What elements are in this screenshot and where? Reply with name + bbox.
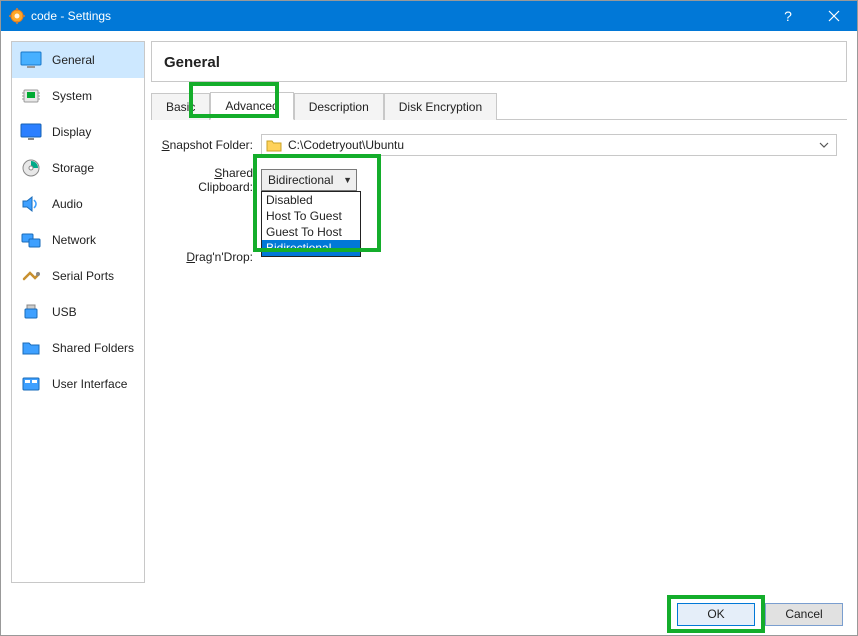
sidebar-item-serial-ports[interactable]: Serial Ports xyxy=(12,258,144,294)
dropdown-item-host-to-guest[interactable]: Host To Guest xyxy=(262,208,360,224)
help-button[interactable]: ? xyxy=(765,1,811,31)
folder-icon xyxy=(20,339,42,357)
sidebar-item-label: Network xyxy=(52,233,96,247)
sidebar-item-label: Shared Folders xyxy=(52,341,134,355)
ok-button[interactable]: OK xyxy=(677,603,755,626)
audio-icon xyxy=(20,195,42,213)
dropdown-item-guest-to-host[interactable]: Guest To Host xyxy=(262,224,360,240)
snapshot-folder-field[interactable]: C:\Codetryout\Ubuntu xyxy=(261,134,837,156)
dialog-footer: OK Cancel xyxy=(1,593,857,635)
snapshot-folder-row: Snapshot Folder: C:\Codetryout\Ubuntu xyxy=(159,134,837,156)
sidebar-item-label: General xyxy=(52,53,95,67)
tab-disk-encryption[interactable]: Disk Encryption xyxy=(384,93,497,120)
snapshot-folder-label: Snapshot Folder: xyxy=(159,138,253,152)
dropdown-item-disabled[interactable]: Disabled xyxy=(262,192,360,208)
sidebar-item-label: Serial Ports xyxy=(52,269,114,283)
sidebar-item-display[interactable]: Display xyxy=(12,114,144,150)
sidebar-item-usb[interactable]: USB xyxy=(12,294,144,330)
sidebar-item-user-interface[interactable]: User Interface xyxy=(12,366,144,402)
sidebar-item-label: USB xyxy=(52,305,77,319)
close-button[interactable] xyxy=(811,1,857,31)
folder-yellow-icon xyxy=(266,138,282,152)
network-icon xyxy=(20,231,42,249)
dropdown-item-bidirectional[interactable]: Bidirectional xyxy=(262,240,360,256)
sidebar-item-network[interactable]: Network xyxy=(12,222,144,258)
chip-icon xyxy=(20,87,42,105)
ui-icon xyxy=(20,375,42,393)
shared-clipboard-label: Shared Clipboard: xyxy=(159,166,253,194)
sidebar-item-storage[interactable]: Storage xyxy=(12,150,144,186)
sidebar-item-general[interactable]: General xyxy=(12,42,144,78)
sidebar-item-label: System xyxy=(52,89,92,103)
app-icon xyxy=(9,8,25,24)
tab-advanced[interactable]: Advanced xyxy=(210,92,293,120)
monitor-icon xyxy=(20,51,42,69)
sidebar-item-audio[interactable]: Audio xyxy=(12,186,144,222)
storage-icon xyxy=(20,159,42,177)
usb-icon xyxy=(20,303,42,321)
shared-clipboard-combo[interactable]: Bidirectional ▼ Disabled Host To Guest G… xyxy=(261,169,357,191)
dragdrop-label: Drag'n'Drop: xyxy=(159,250,253,264)
snapshot-folder-path: C:\Codetryout\Ubuntu xyxy=(288,138,816,152)
shared-clipboard-row: Shared Clipboard: Bidirectional ▼ Disabl… xyxy=(159,166,837,194)
sidebar-item-shared-folders[interactable]: Shared Folders xyxy=(12,330,144,366)
tab-description[interactable]: Description xyxy=(294,93,384,120)
window-title: code - Settings xyxy=(31,9,765,23)
tab-basic[interactable]: Basic xyxy=(151,93,210,120)
chevron-down-icon: ▼ xyxy=(343,175,352,185)
titlebar: code - Settings ? xyxy=(1,1,857,31)
sidebar-item-label: Storage xyxy=(52,161,94,175)
form-area: Snapshot Folder: C:\Codetryout\Ubuntu Sh… xyxy=(151,120,847,274)
sidebar-item-label: User Interface xyxy=(52,377,127,391)
cancel-button[interactable]: Cancel xyxy=(765,603,843,626)
content-area: General Basic Advanced Description Disk … xyxy=(151,41,847,583)
settings-sidebar: General System Display Storage Audio xyxy=(11,41,145,583)
shared-clipboard-selected: Bidirectional xyxy=(268,173,343,187)
shared-clipboard-dropdown: Disabled Host To Guest Guest To Host Bid… xyxy=(261,191,361,257)
tabs: Basic Advanced Description Disk Encrypti… xyxy=(151,92,847,120)
display-icon xyxy=(20,123,42,141)
page-title-box: General xyxy=(151,41,847,82)
sidebar-item-label: Display xyxy=(52,125,91,139)
sidebar-item-label: Audio xyxy=(52,197,83,211)
page-title: General xyxy=(164,54,834,71)
sidebar-item-system[interactable]: System xyxy=(12,78,144,114)
serial-port-icon xyxy=(20,267,42,285)
chevron-down-icon[interactable] xyxy=(816,140,832,151)
